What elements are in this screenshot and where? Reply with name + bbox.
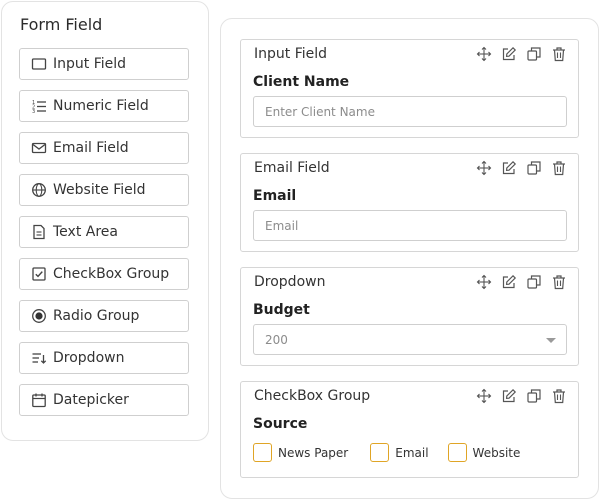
- palette-item-website-field[interactable]: Website Field: [19, 174, 189, 206]
- card-title: Dropdown: [254, 274, 326, 290]
- palette-item-radio-group[interactable]: Radio Group: [19, 300, 189, 332]
- checkbox[interactable]: [370, 443, 390, 462]
- palette-item-text-area[interactable]: Text Area: [19, 216, 189, 248]
- form-field-card-input[interactable]: Input Field Client Name: [240, 39, 579, 138]
- checkbox-option-news-paper[interactable]: News Paper: [253, 443, 348, 462]
- client-name-input[interactable]: [253, 96, 567, 127]
- edit-icon[interactable]: [501, 160, 517, 176]
- card-actions: [476, 46, 567, 62]
- card-actions: [476, 274, 567, 290]
- card-title: Email Field: [254, 160, 330, 176]
- chevron-down-icon: [546, 338, 556, 343]
- palette-item-label: Website Field: [53, 182, 146, 198]
- delete-icon[interactable]: [551, 388, 567, 404]
- palette-item-checkbox-group[interactable]: CheckBox Group: [19, 258, 189, 290]
- field-label: Client Name: [253, 74, 350, 90]
- palette-item-dropdown[interactable]: Dropdown: [19, 342, 189, 374]
- checkbox[interactable]: [447, 443, 467, 462]
- delete-icon[interactable]: [551, 160, 567, 176]
- globe-icon: [31, 182, 47, 198]
- card-title: Input Field: [254, 46, 328, 62]
- palette-item-label: Input Field: [53, 56, 127, 72]
- duplicate-icon[interactable]: [526, 160, 542, 176]
- palette-item-input-field[interactable]: Input Field: [19, 48, 189, 80]
- palette-title: Form Field: [20, 15, 103, 34]
- checkbox-label: Website: [472, 445, 521, 460]
- envelope-icon: [31, 140, 47, 156]
- move-icon[interactable]: [476, 46, 492, 62]
- checkbox-label: News Paper: [278, 445, 349, 460]
- input-box-icon: [31, 56, 47, 72]
- move-icon[interactable]: [476, 160, 492, 176]
- palette-item-email-field[interactable]: Email Field: [19, 132, 189, 164]
- field-label: Source: [253, 416, 308, 432]
- svg-text:3: 3: [32, 109, 35, 114]
- field-label: Budget: [253, 302, 310, 318]
- palette-item-numeric-field[interactable]: 1 2 3 Numeric Field: [19, 90, 189, 122]
- edit-icon[interactable]: [501, 46, 517, 62]
- card-actions: [476, 160, 567, 176]
- checkbox-group: News Paper Email Website: [253, 443, 520, 462]
- field-label: Email: [253, 188, 297, 204]
- edit-icon[interactable]: [501, 274, 517, 290]
- card-title: CheckBox Group: [254, 388, 371, 404]
- form-field-card-email[interactable]: Email Field Email: [240, 153, 579, 252]
- calendar-icon: [31, 392, 47, 408]
- palette-item-label: Radio Group: [53, 308, 140, 324]
- duplicate-icon[interactable]: [526, 46, 542, 62]
- palette-item-label: Text Area: [53, 224, 118, 240]
- palette-item-label: CheckBox Group: [53, 266, 170, 282]
- select-value: 200: [265, 332, 288, 347]
- checkbox-icon: [31, 266, 47, 282]
- card-actions: [476, 388, 567, 404]
- checkbox[interactable]: [253, 443, 272, 462]
- budget-select[interactable]: 200: [253, 324, 567, 355]
- form-field-card-checkbox-group[interactable]: CheckBox Group Source News Paper Email W…: [240, 381, 579, 478]
- form-field-card-dropdown[interactable]: Dropdown Budget 200: [240, 267, 579, 366]
- delete-icon[interactable]: [551, 46, 567, 62]
- palette-item-label: Dropdown: [53, 350, 125, 366]
- email-input[interactable]: [253, 210, 567, 241]
- checkbox-label: Email: [395, 445, 429, 460]
- palette-item-label: Numeric Field: [53, 98, 149, 114]
- move-icon[interactable]: [476, 388, 492, 404]
- palette-item-label: Datepicker: [53, 392, 129, 408]
- duplicate-icon[interactable]: [526, 274, 542, 290]
- palette-item-label: Email Field: [53, 140, 129, 156]
- move-icon[interactable]: [476, 274, 492, 290]
- checkbox-option-website[interactable]: Website: [447, 443, 521, 462]
- numbered-list-icon: 1 2 3: [31, 98, 47, 114]
- palette-item-datepicker[interactable]: Datepicker: [19, 384, 189, 416]
- duplicate-icon[interactable]: [526, 388, 542, 404]
- delete-icon[interactable]: [551, 274, 567, 290]
- radio-icon: [31, 308, 47, 324]
- checkbox-option-email[interactable]: Email: [370, 443, 429, 462]
- document-icon: [31, 224, 47, 240]
- edit-icon[interactable]: [501, 388, 517, 404]
- dropdown-list-icon: [31, 350, 47, 366]
